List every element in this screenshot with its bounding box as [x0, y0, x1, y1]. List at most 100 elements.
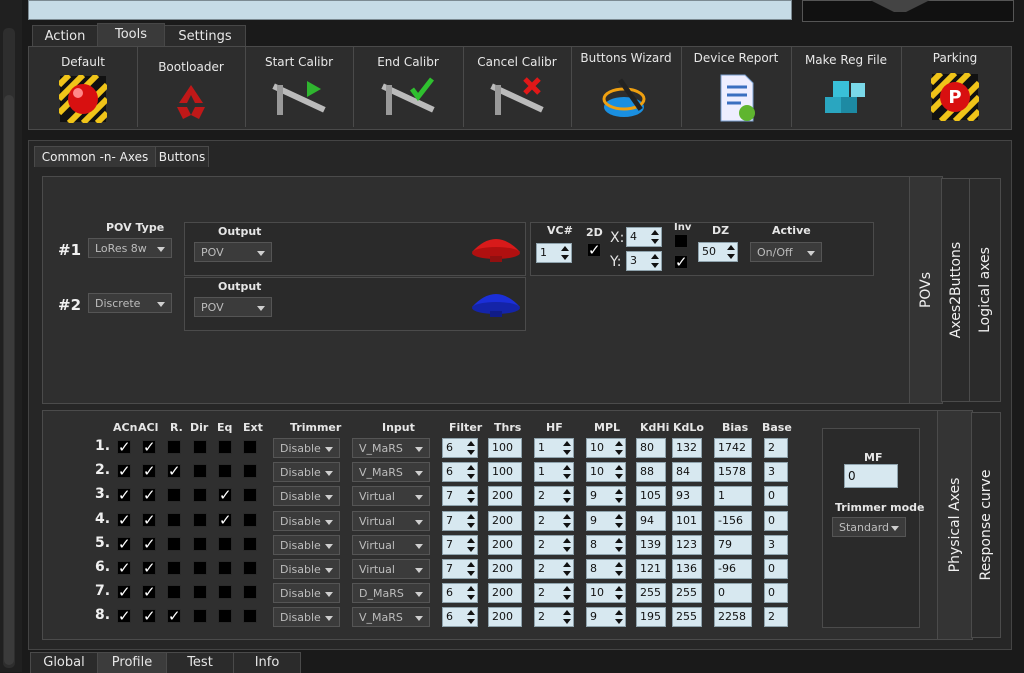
axis-base-field[interactable]: 0 — [764, 559, 788, 579]
axis-kdlo-field[interactable]: 93 — [672, 486, 702, 507]
axis-r-checkbox[interactable] — [167, 561, 181, 575]
axis-kdhi-field[interactable]: 88 — [636, 462, 666, 483]
axis-hf-stepper[interactable]: 2 — [534, 583, 574, 604]
x-stepper[interactable]: 4 — [626, 227, 662, 247]
axis-thrs-field[interactable]: 200 — [488, 583, 522, 604]
axis-trimmer-select[interactable]: Disable — [273, 583, 340, 604]
axis-eq-checkbox[interactable] — [218, 536, 232, 551]
parking-button[interactable]: Parking P — [901, 47, 1009, 127]
cancel-calibr-button[interactable]: Cancel Calibr — [463, 47, 572, 127]
active-select[interactable]: On/Off — [750, 242, 822, 262]
axis-hf-stepper[interactable]: 2 — [534, 559, 574, 579]
axis-ext-checkbox[interactable] — [243, 440, 257, 454]
axis-filter-stepper[interactable]: 7 — [442, 510, 478, 531]
axis-dir-checkbox[interactable] — [193, 561, 207, 575]
axis-trimmer-select[interactable]: Disable — [273, 438, 340, 458]
dz-stepper[interactable]: 50 — [698, 242, 738, 262]
axis-ext-checkbox[interactable] — [243, 536, 257, 551]
axis-acl-checkbox[interactable]: ✓ — [142, 561, 156, 576]
axis-hf-stepper[interactable]: 2 — [534, 534, 574, 555]
vc-stepper[interactable]: 1 — [536, 243, 572, 263]
device-report-button[interactable]: Device Report — [681, 47, 792, 127]
axis-bias-field[interactable]: 1578 — [714, 462, 752, 483]
axis-thrs-field[interactable]: 200 — [488, 486, 522, 507]
axis-filter-stepper[interactable]: 7 — [442, 486, 478, 507]
axis-input-select[interactable]: V_MaRS — [352, 438, 430, 458]
axis-base-field[interactable]: 0 — [764, 510, 788, 531]
mf-field[interactable]: 0 — [844, 464, 898, 488]
axis-ext-checkbox[interactable] — [243, 561, 257, 575]
trimmer-mode-select[interactable]: Standard — [832, 517, 906, 537]
axis-dir-checkbox[interactable] — [193, 488, 207, 503]
axis-base-field[interactable]: 2 — [764, 438, 788, 458]
axis-bias-field[interactable]: 0 — [714, 583, 752, 604]
axis-base-field[interactable]: 3 — [764, 534, 788, 555]
axis-kdlo-field[interactable]: 101 — [672, 510, 702, 531]
axis-mpl-stepper[interactable]: 10 — [586, 438, 626, 458]
axis-ext-checkbox[interactable] — [243, 512, 257, 527]
axis-kdhi-field[interactable]: 105 — [636, 486, 666, 507]
axis-mpl-stepper[interactable]: 9 — [586, 486, 626, 507]
axis-r-checkbox[interactable] — [167, 512, 181, 527]
inv-y-checkbox[interactable]: ✓ — [674, 255, 688, 270]
axis-input-select[interactable]: V_MaRS — [352, 607, 430, 628]
axis-eq-checkbox[interactable] — [218, 440, 232, 454]
axis-acl-checkbox[interactable]: ✓ — [142, 440, 156, 455]
axis-acl-checkbox[interactable]: ✓ — [142, 512, 156, 527]
axis-hf-stepper[interactable]: 2 — [534, 486, 574, 507]
axis-ext-checkbox[interactable] — [243, 464, 257, 479]
axis-bias-field[interactable]: -96 — [714, 559, 752, 579]
scrollbar-thumb[interactable] — [4, 95, 14, 665]
axis-mpl-stepper[interactable]: 9 — [586, 510, 626, 531]
axis-acn-checkbox[interactable]: ✓ — [117, 609, 131, 624]
axis-kdlo-field[interactable]: 132 — [672, 438, 702, 458]
axis-base-field[interactable]: 0 — [764, 486, 788, 507]
tab-test[interactable]: Test — [166, 652, 234, 673]
axis-r-checkbox[interactable]: ✓ — [167, 464, 181, 479]
axis-acl-checkbox[interactable]: ✓ — [142, 536, 156, 551]
tab-logical-axes[interactable]: Logical axes — [969, 178, 1001, 402]
axis-bias-field[interactable]: 2258 — [714, 607, 752, 628]
axis-kdhi-field[interactable]: 121 — [636, 559, 666, 579]
axis-eq-checkbox[interactable] — [218, 464, 232, 479]
axis-trimmer-select[interactable]: Disable — [273, 486, 340, 507]
axis-kdlo-field[interactable]: 84 — [672, 462, 702, 483]
axis-dir-checkbox[interactable] — [193, 609, 207, 624]
axis-kdhi-field[interactable]: 94 — [636, 510, 666, 531]
axis-mpl-stepper[interactable]: 10 — [586, 583, 626, 604]
axis-r-checkbox[interactable] — [167, 440, 181, 454]
tab-response-curve[interactable]: Response curve — [971, 412, 1001, 638]
axis-kdhi-field[interactable]: 139 — [636, 534, 666, 555]
axis-trimmer-select[interactable]: Disable — [273, 607, 340, 628]
axis-kdlo-field[interactable]: 123 — [672, 534, 702, 555]
axis-input-select[interactable]: Virtual — [352, 510, 430, 531]
axis-acn-checkbox[interactable]: ✓ — [117, 440, 131, 455]
axis-acn-checkbox[interactable]: ✓ — [117, 512, 131, 527]
axis-input-select[interactable]: Virtual — [352, 559, 430, 579]
axis-thrs-field[interactable]: 200 — [488, 510, 522, 531]
axis-hf-stepper[interactable]: 2 — [534, 607, 574, 628]
axis-acn-checkbox[interactable]: ✓ — [117, 536, 131, 551]
axis-filter-stepper[interactable]: 7 — [442, 534, 478, 555]
axis-base-field[interactable]: 0 — [764, 583, 788, 604]
tab-action[interactable]: Action — [32, 25, 98, 48]
axis-thrs-field[interactable]: 200 — [488, 534, 522, 555]
axis-bias-field[interactable]: 79 — [714, 534, 752, 555]
axis-bias-field[interactable]: -156 — [714, 510, 752, 531]
axis-dir-checkbox[interactable] — [193, 585, 207, 600]
inv-x-checkbox[interactable] — [674, 234, 688, 248]
axis-eq-checkbox[interactable] — [218, 561, 232, 575]
axis-filter-stepper[interactable]: 6 — [442, 607, 478, 628]
tab-axes2buttons[interactable]: Axes2Buttons — [941, 178, 971, 402]
axis-hf-stepper[interactable]: 1 — [534, 438, 574, 458]
start-calibr-button[interactable]: Start Calibr — [245, 47, 354, 127]
axis-acl-checkbox[interactable]: ✓ — [142, 488, 156, 503]
axis-ext-checkbox[interactable] — [243, 488, 257, 503]
axis-dir-checkbox[interactable] — [193, 464, 207, 479]
buttons-wizard-button[interactable]: Buttons Wizard — [571, 47, 682, 127]
axis-acl-checkbox[interactable]: ✓ — [142, 585, 156, 600]
tab-info[interactable]: Info — [233, 652, 301, 673]
axis-base-field[interactable]: 2 — [764, 607, 788, 628]
axis-trimmer-select[interactable]: Disable — [273, 462, 340, 483]
axis-eq-checkbox[interactable] — [218, 585, 232, 600]
